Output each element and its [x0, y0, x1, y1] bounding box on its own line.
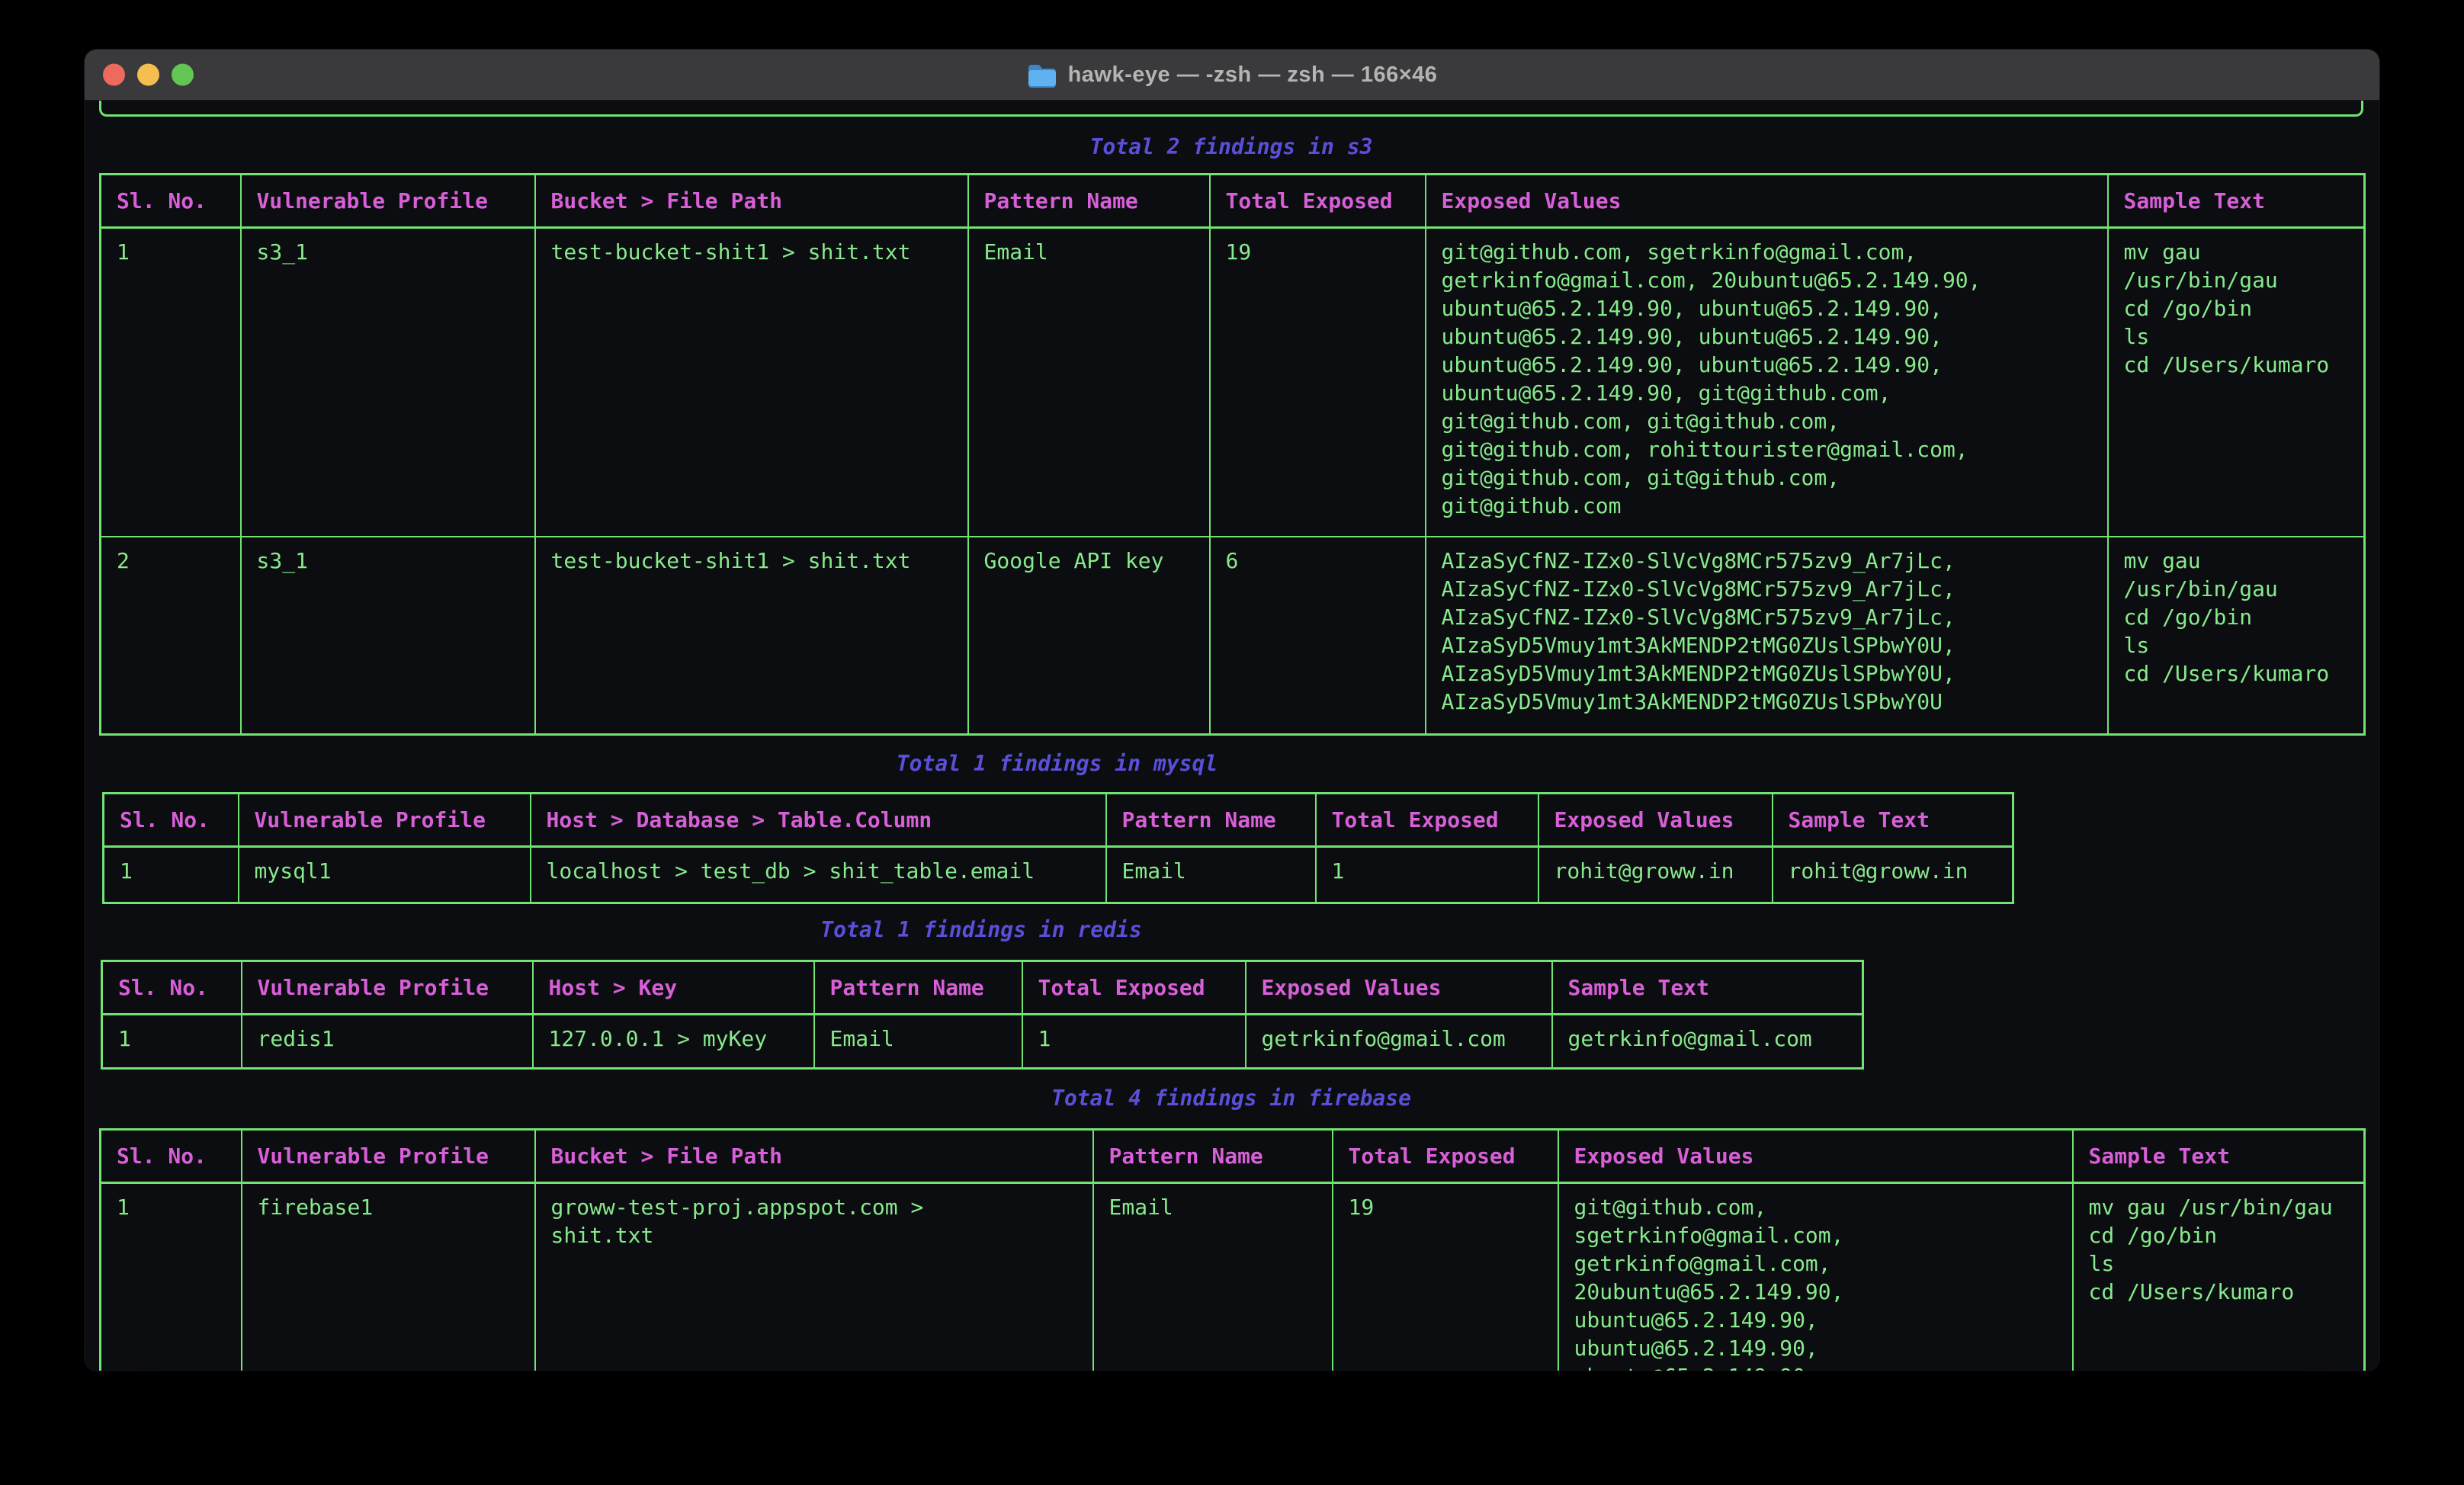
- findings-table-mysql: Sl. No.Vulnerable ProfileHost > Database…: [102, 792, 2014, 904]
- column-header: Host > Database > Table.Column: [531, 794, 1106, 847]
- table-cell: Email: [1093, 1183, 1333, 1371]
- column-header: Pattern Name: [814, 961, 1022, 1015]
- table-cell: localhost > test_db > shit_table.email: [531, 847, 1106, 903]
- titlebar-title-group: hawk-eye — -zsh — zsh — 166×46: [1027, 63, 1438, 88]
- table-cell: 1: [101, 228, 241, 537]
- table-row: 2s3_1test-bucket-shit1 > shit.txtGoogle …: [101, 537, 2365, 735]
- table-cell: mv gau /usr/bin/gau cd /go/bin ls cd /Us…: [2108, 228, 2365, 537]
- column-header: Sl. No.: [104, 794, 239, 847]
- section-title-firebase: Total 4 findings in firebase: [99, 1084, 2363, 1112]
- table-cell: 1: [1022, 1015, 1246, 1069]
- column-header: Pattern Name: [1093, 1130, 1333, 1183]
- table-cell: s3_1: [241, 537, 535, 735]
- table-cell: Google API key: [968, 537, 1210, 735]
- table-row: 1mysql1localhost > test_db > shit_table.…: [104, 847, 2013, 903]
- close-button[interactable]: [103, 64, 125, 86]
- column-header: Vulnerable Profile: [241, 175, 535, 228]
- table-cell: s3_1: [241, 228, 535, 537]
- section-title-mysql: Total 1 findings in mysql: [102, 749, 2012, 778]
- table-cell: groww-test-proj.appspot.com > shit.txt: [535, 1183, 1093, 1371]
- table-cell: AIzaSyCfNZ-IZx0-SlVcVg8MCr575zv9_Ar7jLc,…: [1426, 537, 2108, 735]
- column-header: Total Exposed: [1333, 1130, 1558, 1183]
- table-cell: firebase1: [242, 1183, 535, 1371]
- section-title-s3: Total 2 findings in s3: [99, 133, 2363, 161]
- column-header: Sample Text: [2108, 175, 2365, 228]
- table-cell: 1: [101, 1183, 242, 1371]
- findings-table-s3: Sl. No.Vulnerable ProfileBucket > File P…: [99, 173, 2366, 736]
- folder-icon: [1027, 63, 1057, 88]
- table-cell: 6: [1210, 537, 1426, 735]
- table-cell: Email: [814, 1015, 1022, 1069]
- window-title: hawk-eye — -zsh — zsh — 166×46: [1068, 63, 1438, 88]
- column-header: Total Exposed: [1316, 794, 1538, 847]
- table-header-row: Sl. No.Vulnerable ProfileHost > KeyPatte…: [102, 961, 1863, 1015]
- table-cell: git@github.com, sgetrkinfo@gmail.com, ge…: [1426, 228, 2108, 537]
- titlebar[interactable]: hawk-eye — -zsh — zsh — 166×46: [85, 50, 2379, 101]
- minimize-button[interactable]: [137, 64, 159, 86]
- table-row: 1redis1127.0.0.1 > myKeyEmail1getrkinfo@…: [102, 1015, 1863, 1069]
- table-cell: 19: [1210, 228, 1426, 537]
- previous-table-bottom-border: [99, 101, 2363, 117]
- table-cell: 1: [102, 1015, 242, 1069]
- table-cell: mv gau /usr/bin/gau cd /go/bin ls cd /Us…: [2108, 537, 2365, 735]
- column-header: Sample Text: [1552, 961, 1863, 1015]
- table-cell: test-bucket-shit1 > shit.txt: [535, 228, 968, 537]
- section-title-redis: Total 1 findings in redis: [101, 916, 1862, 944]
- window-controls: [103, 64, 194, 86]
- table-header-row: Sl. No.Vulnerable ProfileHost > Database…: [104, 794, 2013, 847]
- column-header: Exposed Values: [1538, 794, 1773, 847]
- column-header: Sl. No.: [101, 175, 241, 228]
- zoom-button[interactable]: [172, 64, 194, 86]
- table-cell: redis1: [242, 1015, 533, 1069]
- column-header: Vulnerable Profile: [242, 1130, 535, 1183]
- terminal-content: Total 2 findings in s3Sl. No.Vulnerable …: [85, 101, 2379, 1371]
- column-header: Bucket > File Path: [535, 1130, 1093, 1183]
- table-cell: Email: [968, 228, 1210, 537]
- table-cell: getrkinfo@gmail.com: [1552, 1015, 1863, 1069]
- findings-table-redis: Sl. No.Vulnerable ProfileHost > KeyPatte…: [101, 960, 1864, 1070]
- table-cell: 1: [104, 847, 239, 903]
- column-header: Exposed Values: [1558, 1130, 2073, 1183]
- table-row: 1firebase1groww-test-proj.appspot.com > …: [101, 1183, 2365, 1371]
- column-header: Sl. No.: [101, 1130, 242, 1183]
- column-header: Vulnerable Profile: [239, 794, 531, 847]
- table-cell: mysql1: [239, 847, 531, 903]
- column-header: Total Exposed: [1210, 175, 1426, 228]
- table-cell: 19: [1333, 1183, 1558, 1371]
- screen-background: { "window": { "title": "hawk-eye — -zsh …: [0, 0, 2464, 1485]
- table-cell: rohit@groww.in: [1538, 847, 1773, 903]
- column-header: Total Exposed: [1022, 961, 1246, 1015]
- table-cell: test-bucket-shit1 > shit.txt: [535, 537, 968, 735]
- column-header: Sl. No.: [102, 961, 242, 1015]
- column-header: Sample Text: [2073, 1130, 2365, 1183]
- terminal-window: hawk-eye — -zsh — zsh — 166×46 Total 2 f…: [85, 50, 2379, 1371]
- column-header: Exposed Values: [1426, 175, 2108, 228]
- column-header: Bucket > File Path: [535, 175, 968, 228]
- findings-table-firebase: Sl. No.Vulnerable ProfileBucket > File P…: [99, 1128, 2366, 1371]
- table-cell: mv gau /usr/bin/gau cd /go/bin ls cd /Us…: [2073, 1183, 2365, 1371]
- table-header-row: Sl. No.Vulnerable ProfileBucket > File P…: [101, 1130, 2365, 1183]
- table-cell: git@github.com, sgetrkinfo@gmail.com, ge…: [1558, 1183, 2073, 1371]
- table-row: 1s3_1test-bucket-shit1 > shit.txtEmail19…: [101, 228, 2365, 537]
- table-header-row: Sl. No.Vulnerable ProfileBucket > File P…: [101, 175, 2365, 228]
- column-header: Exposed Values: [1246, 961, 1552, 1015]
- table-cell: 2: [101, 537, 241, 735]
- column-header: Sample Text: [1773, 794, 2013, 847]
- table-cell: 127.0.0.1 > myKey: [533, 1015, 814, 1069]
- table-cell: 1: [1316, 847, 1538, 903]
- column-header: Host > Key: [533, 961, 814, 1015]
- table-cell: rohit@groww.in: [1773, 847, 2013, 903]
- column-header: Vulnerable Profile: [242, 961, 533, 1015]
- table-cell: Email: [1106, 847, 1316, 903]
- column-header: Pattern Name: [968, 175, 1210, 228]
- column-header: Pattern Name: [1106, 794, 1316, 847]
- table-cell: getrkinfo@gmail.com: [1246, 1015, 1552, 1069]
